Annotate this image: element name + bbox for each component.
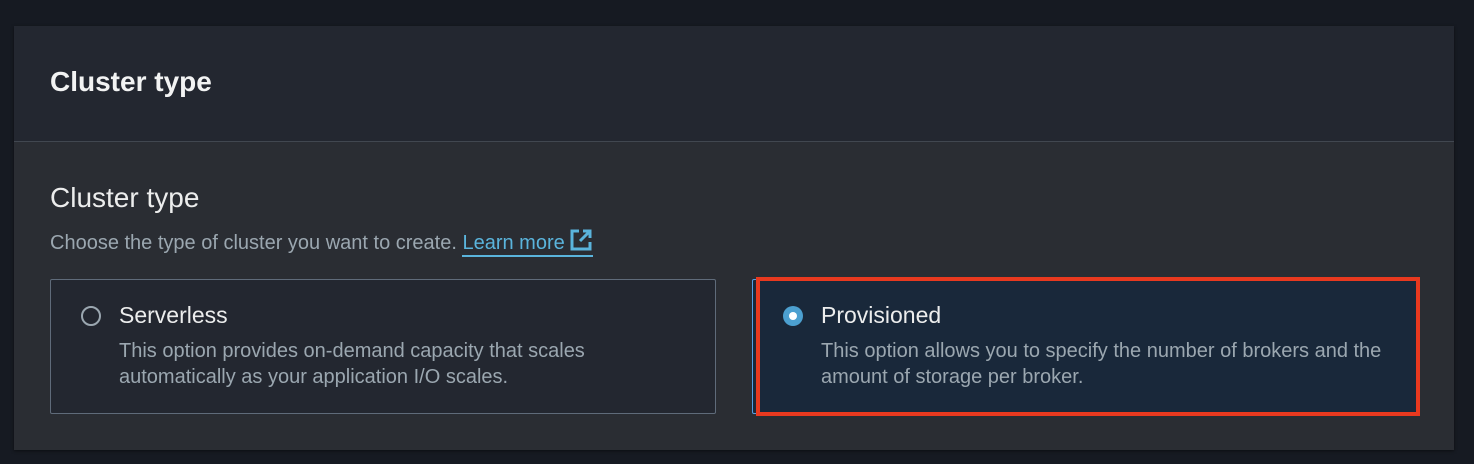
learn-more-link[interactable]: Learn more [462,229,593,257]
field-label: Cluster type [50,182,200,213]
option-label: Serverless [119,302,228,328]
external-link-icon [570,229,592,251]
panel-header: Cluster type [14,26,1454,142]
option-serverless[interactable]: Serverless This option provides on-deman… [50,279,716,414]
description-text: Choose the type of cluster you want to c… [50,232,457,254]
radio-provisioned[interactable] [783,306,803,326]
learn-more-label: Learn more [462,232,565,254]
option-label: Provisioned [821,302,942,328]
option-description: This option allows you to specify the nu… [821,340,1382,388]
radio-serverless[interactable] [81,306,101,326]
option-description: This option provides on-demand capacity … [119,340,585,388]
field-description: Choose the type of cluster you want to c… [50,228,593,257]
panel-title: Cluster type [50,66,212,97]
cluster-type-panel: Cluster type Cluster type Choose the typ… [14,26,1454,450]
option-provisioned[interactable]: Provisioned This option allows you to sp… [752,279,1418,414]
